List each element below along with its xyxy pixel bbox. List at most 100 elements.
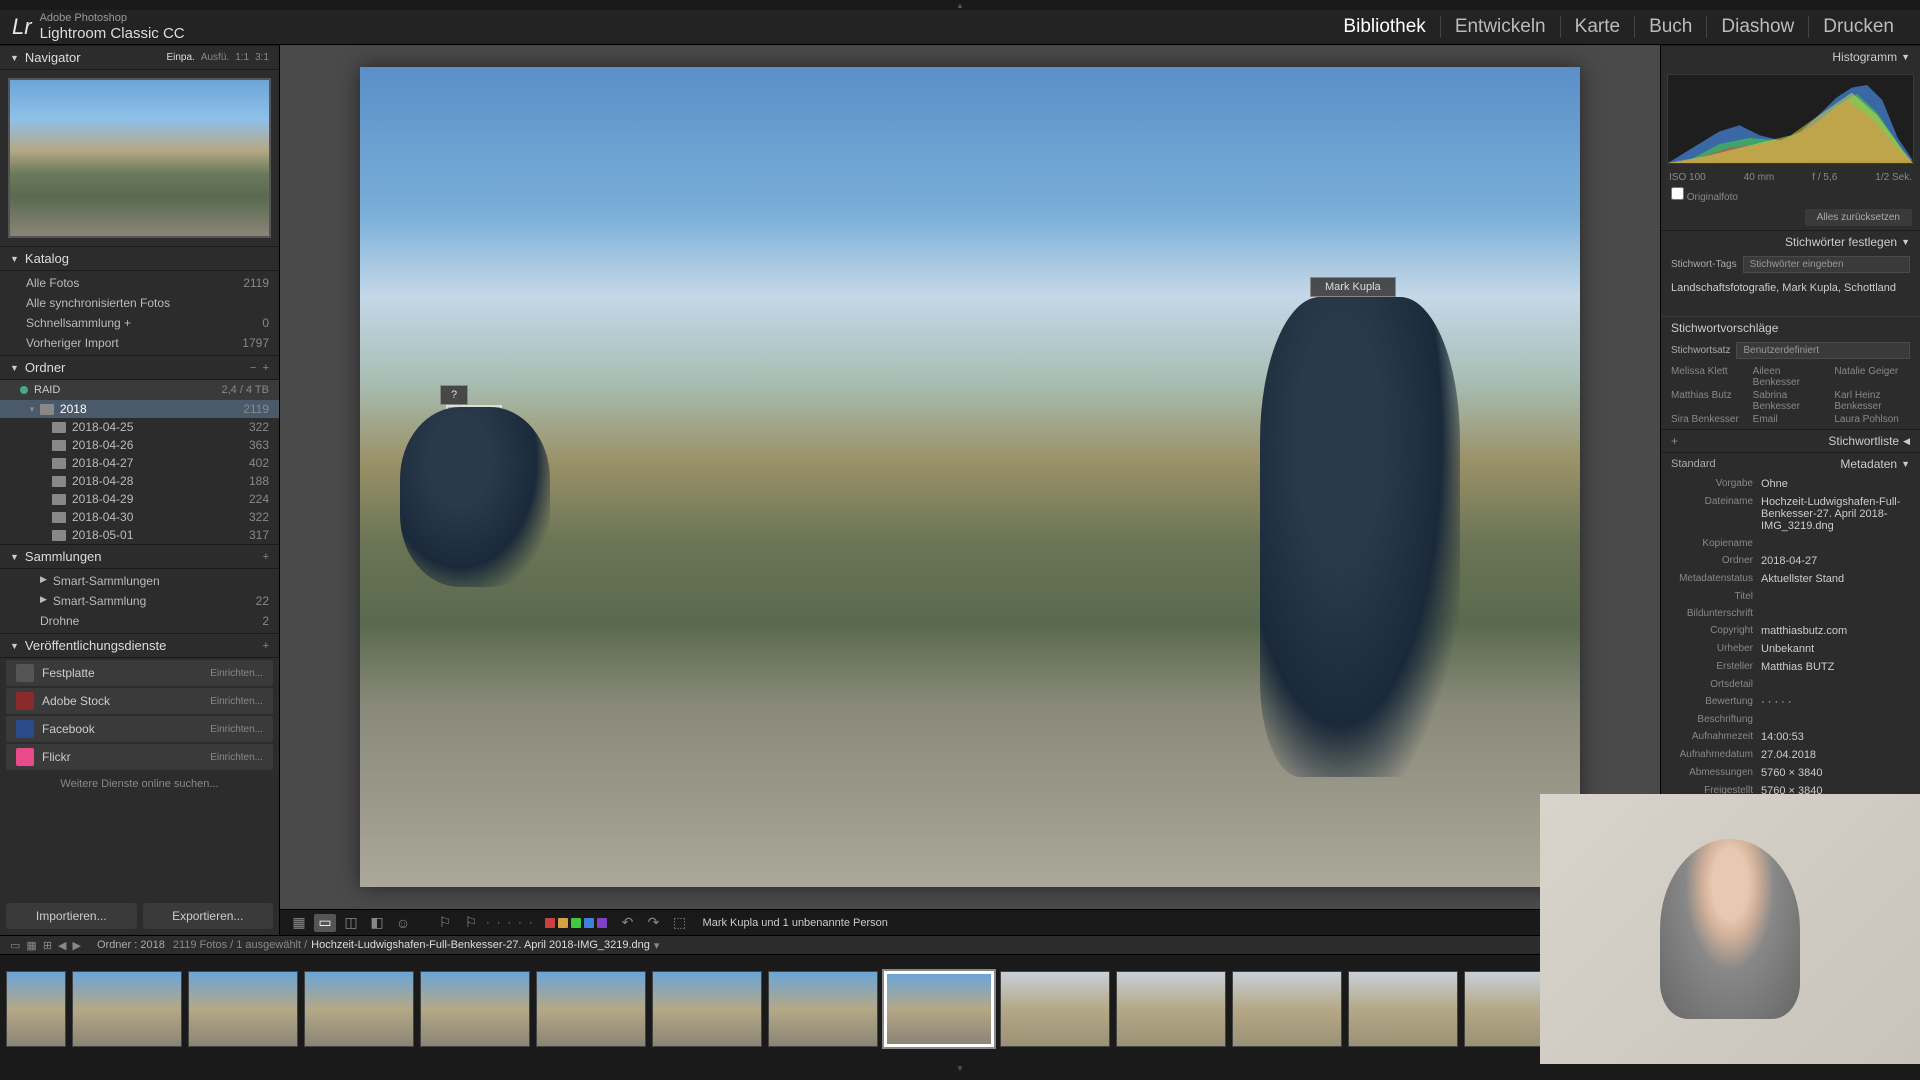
nav-diashow[interactable]: Diashow <box>1707 16 1809 38</box>
color-red[interactable] <box>545 918 555 928</box>
nav-entwickeln[interactable]: Entwickeln <box>1441 16 1561 38</box>
ordner-actions[interactable]: − + <box>250 362 269 374</box>
meta-bewertung[interactable]: Bewertung· · · · · <box>1661 693 1920 711</box>
second-monitor-2-icon[interactable]: ▦ <box>26 939 36 952</box>
setup-button[interactable]: Einrichten... <box>210 724 263 735</box>
meta-titel[interactable]: Titel <box>1661 588 1920 605</box>
nav-bibliothek[interactable]: Bibliothek <box>1329 16 1440 38</box>
path-text[interactable]: Ordner : 2018 <box>97 939 165 951</box>
meta-dateiname[interactable]: DateinameHochzeit-Ludwigshafen-Full-Benk… <box>1661 493 1920 535</box>
keyword-list-header[interactable]: +Stichwortliste◀ <box>1661 429 1920 452</box>
face-tag-unknown[interactable]: ? <box>440 385 468 405</box>
thumb[interactable] <box>1348 971 1458 1047</box>
smart-collection[interactable]: ▶Smart-Sammlung22 <box>0 591 279 611</box>
keyword-suggestion[interactable]: Sabrina Benkesser <box>1753 390 1829 412</box>
keyword-set-dropdown[interactable]: Benutzerdefiniert <box>1736 342 1910 359</box>
metadata-header[interactable]: Standard Metadaten▼ <box>1661 452 1920 475</box>
zoom-1-1[interactable]: 1:1 <box>235 52 249 63</box>
add-collection-icon[interactable]: + <box>263 551 269 563</box>
top-collapse-handle[interactable]: ▲ <box>0 0 1920 10</box>
bottom-collapse-handle[interactable]: ▼ <box>0 1063 1920 1073</box>
thumb[interactable] <box>188 971 298 1047</box>
keyword-suggestion[interactable]: Laura Pohlson <box>1834 414 1910 425</box>
thumb-selected[interactable] <box>884 971 994 1047</box>
nav-back-icon[interactable]: ◀ <box>58 939 66 952</box>
suggestions-header[interactable]: Stichwortvorschläge <box>1661 316 1920 339</box>
face-tag-named[interactable]: Mark Kupla <box>1310 277 1396 297</box>
navigator-image[interactable] <box>8 78 271 238</box>
meta-copyright[interactable]: Copyrightmatthiasbutz.com <box>1661 622 1920 640</box>
setup-button[interactable]: Einrichten... <box>210 696 263 707</box>
katalog-sync[interactable]: Alle synchronisierten Fotos <box>0 293 279 313</box>
nav-buch[interactable]: Buch <box>1635 16 1707 38</box>
zoom-fill[interactable]: Ausfü. <box>201 52 229 63</box>
filename-dropdown-icon[interactable]: ▾ <box>654 939 660 952</box>
zoom-3-1[interactable]: 3:1 <box>255 52 269 63</box>
meta-kopiename[interactable]: Kopiename <box>1661 535 1920 552</box>
sammlungen-header[interactable]: ▼ Sammlungen + <box>0 544 279 569</box>
pub-more-link[interactable]: Weitere Dienste online suchen... <box>0 772 279 796</box>
meta-vorgabe[interactable]: VorgabeOhne <box>1661 475 1920 493</box>
original-checkbox[interactable] <box>1671 187 1684 200</box>
zoom-fit[interactable]: Einpa. <box>166 52 194 63</box>
keywords-header[interactable]: Stichwörter festlegen▼ <box>1661 230 1920 253</box>
thumb[interactable] <box>304 971 414 1047</box>
star-icon[interactable]: · · · · · <box>486 914 535 932</box>
flag-pick-icon[interactable]: ⚐ <box>434 914 456 932</box>
keyword-suggestion[interactable]: Sira Benkesser <box>1671 414 1747 425</box>
katalog-header[interactable]: ▼ Katalog <box>0 246 279 271</box>
add-pub-icon[interactable]: + <box>263 640 269 652</box>
meta-urheber[interactable]: UrheberUnbekannt <box>1661 640 1920 658</box>
thumb[interactable] <box>536 971 646 1047</box>
keyword-suggestion[interactable]: Email <box>1753 414 1829 425</box>
keyword-suggestion[interactable]: Aileen Benkesser <box>1753 366 1829 388</box>
survey-view-icon[interactable]: ◧ <box>366 914 388 932</box>
color-purple[interactable] <box>597 918 607 928</box>
pub-adobe-stock[interactable]: Adobe StockEinrichten... <box>6 688 273 714</box>
thumb[interactable] <box>420 971 530 1047</box>
folder-2018-04-25[interactable]: 2018-04-25322 <box>0 418 279 436</box>
thumb[interactable] <box>768 971 878 1047</box>
keyword-suggestion[interactable]: Natalie Geiger <box>1834 366 1910 388</box>
pub-flickr[interactable]: FlickrEinrichten... <box>6 744 273 770</box>
histogram-header[interactable]: Histogramm▼ <box>1661 45 1920 68</box>
thumb[interactable] <box>1116 971 1226 1047</box>
thumb[interactable] <box>72 971 182 1047</box>
thumb[interactable] <box>1232 971 1342 1047</box>
nav-drucken[interactable]: Drucken <box>1809 16 1908 38</box>
folder-2018[interactable]: ▼ 20182119 <box>0 400 279 418</box>
meta-aufnahmedatum[interactable]: Aufnahmedatum27.04.2018 <box>1661 746 1920 764</box>
folder-2018-04-26[interactable]: 2018-04-26363 <box>0 436 279 454</box>
volume-raid[interactable]: RAID 2,4 / 4 TB <box>0 380 279 400</box>
meta-ersteller[interactable]: ErstellerMatthias BUTZ <box>1661 658 1920 676</box>
meta-ordner[interactable]: Ordner2018-04-27 <box>1661 552 1920 570</box>
import-button[interactable]: Importieren... <box>6 903 137 929</box>
navigator-header[interactable]: ▼ Navigator Einpa. Ausfü. 1:1 3:1 <box>0 45 279 70</box>
meta-aufnahmezeit[interactable]: Aufnahmezeit14:00:53 <box>1661 728 1920 746</box>
collection-drohne[interactable]: Drohne2 <box>0 611 279 631</box>
meta-ortsdetail[interactable]: Ortsdetail <box>1661 676 1920 693</box>
meta-abmessungen[interactable]: Abmessungen5760 × 3840 <box>1661 764 1920 782</box>
loupe-view-icon[interactable]: ▭ <box>314 914 336 932</box>
setup-button[interactable]: Einrichten... <box>210 752 263 763</box>
katalog-prev[interactable]: Vorheriger Import1797 <box>0 333 279 353</box>
compare-view-icon[interactable]: ◫ <box>340 914 362 932</box>
folder-2018-04-29[interactable]: 2018-04-29224 <box>0 490 279 508</box>
thumb[interactable] <box>6 971 66 1047</box>
folder-2018-04-27[interactable]: 2018-04-27402 <box>0 454 279 472</box>
smart-collections[interactable]: ▶Smart-Sammlungen <box>0 571 279 591</box>
setup-button[interactable]: Einrichten... <box>210 668 263 679</box>
katalog-all[interactable]: Alle Fotos2119 <box>0 273 279 293</box>
grid-mini-icon[interactable]: ⊞ <box>43 939 52 952</box>
people-view-icon[interactable]: ☺ <box>392 914 414 932</box>
ordner-header[interactable]: ▼ Ordner − + <box>0 355 279 380</box>
pub-festplatte[interactable]: FestplatteEinrichten... <box>6 660 273 686</box>
keyword-suggestion[interactable]: Matthias Butz <box>1671 390 1747 412</box>
thumb[interactable] <box>1000 971 1110 1047</box>
meta-beschriftung[interactable]: Beschriftung <box>1661 711 1920 728</box>
keywords-current[interactable]: Landschaftsfotografie, Mark Kupla, Schot… <box>1661 276 1920 316</box>
rotate-right-icon[interactable]: ↷ <box>643 914 665 932</box>
katalog-quick[interactable]: Schnellsammlung +0 <box>0 313 279 333</box>
keyword-suggestion[interactable]: Melissa Klett <box>1671 366 1747 388</box>
folder-2018-05-01[interactable]: 2018-05-01317 <box>0 526 279 544</box>
